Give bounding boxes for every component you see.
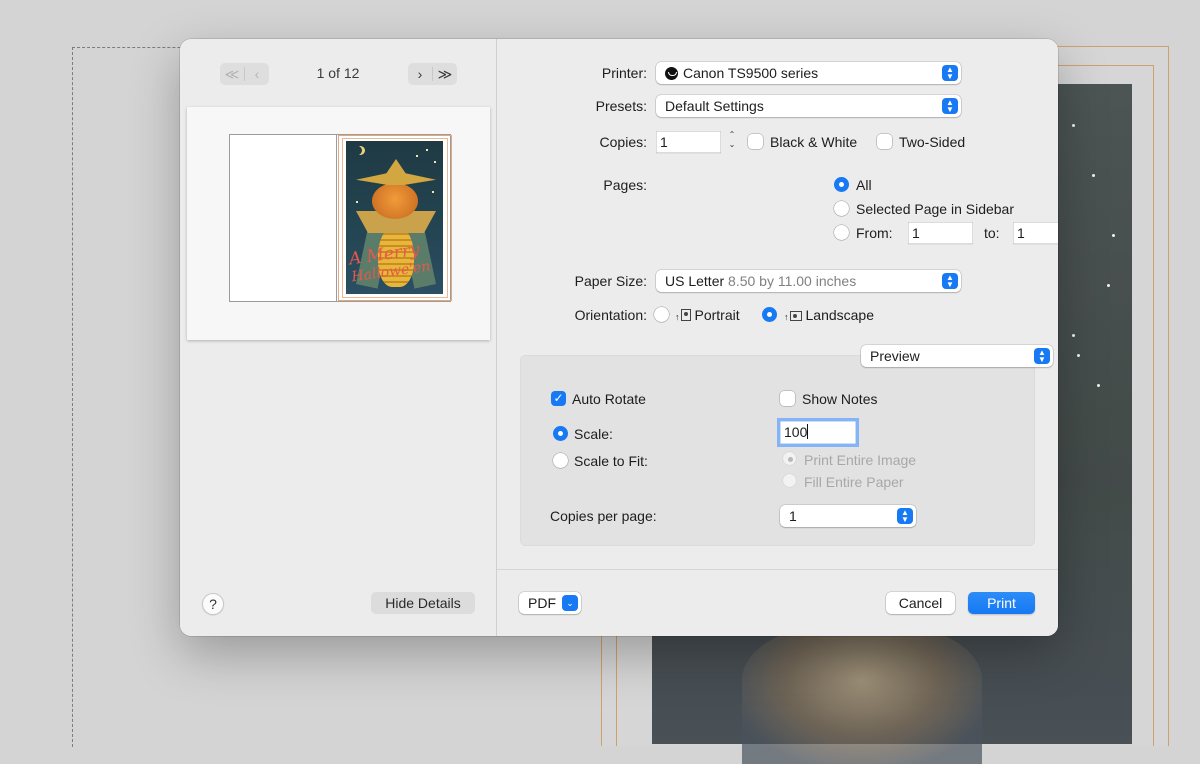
paper-size-value: US Letter — [665, 273, 725, 289]
section-popup-value: Preview — [870, 348, 920, 364]
show-notes-label: Show Notes — [802, 391, 878, 407]
orientation-label: Orientation: — [574, 307, 647, 323]
help-button[interactable]: ? — [202, 593, 224, 615]
pages-selected-radio[interactable] — [834, 201, 849, 216]
pages-range-radio[interactable] — [834, 225, 849, 240]
scale-field[interactable]: 100 — [780, 421, 856, 444]
print-settings-pane: Printer: Canon TS9500 series ▲ ▼ Presets:… — [497, 39, 1058, 636]
previous-page-button[interactable]: ‹ — [245, 63, 269, 85]
hide-details-button[interactable]: Hide Details — [371, 592, 475, 614]
pdf-menu-button[interactable]: PDF ⌄ — [519, 592, 581, 614]
footer-divider — [497, 569, 1058, 570]
pages-label: Pages: — [603, 177, 647, 193]
auto-rotate-checkbox[interactable]: ✓ — [551, 391, 566, 406]
printer-value: Canon TS9500 series — [683, 65, 819, 81]
two-sided-label: Two-Sided — [899, 134, 966, 150]
pages-all-label: All — [856, 177, 872, 193]
printer-label: Printer: — [601, 65, 647, 81]
landscape-icon — [789, 311, 802, 321]
cancel-button[interactable]: Cancel — [886, 592, 955, 614]
scale-to-fit-radio[interactable] — [553, 453, 568, 468]
show-notes-checkbox[interactable] — [780, 391, 795, 406]
pages-selected-label: Selected Page in Sidebar — [856, 201, 1014, 217]
landscape-option: ↑ Landscape — [784, 307, 875, 323]
paper-size-label: Paper Size: — [574, 273, 647, 289]
fill-entire-paper-radio[interactable] — [783, 474, 796, 487]
black-white-checkbox[interactable] — [748, 134, 763, 149]
chevron-updown-icon: ▲ ▼ — [942, 65, 958, 81]
copies-per-page-label: Copies per page: — [550, 508, 657, 524]
scale-label: Scale: — [574, 426, 613, 442]
chevron-updown-icon: ▲ ▼ — [1034, 348, 1050, 364]
print-entire-image-radio[interactable] — [783, 452, 796, 465]
scale-radio[interactable] — [553, 426, 568, 441]
portrait-icon — [680, 309, 691, 321]
halloween-card-image: A Merry Hallowe'en — [346, 141, 443, 294]
next-page-button[interactable]: › — [408, 63, 432, 85]
landscape-radio[interactable] — [762, 307, 777, 322]
copies-field[interactable]: 1 — [656, 131, 721, 153]
first-page-button[interactable]: ≪ — [220, 63, 244, 85]
pages-to-label: to: — [984, 225, 1000, 241]
print-entire-image-label: Print Entire Image — [804, 452, 917, 468]
paper-size-popup[interactable]: US Letter 8.50 by 11.00 inches ▲ ▼ — [656, 270, 961, 292]
presets-label: Presets: — [595, 98, 647, 114]
print-button[interactable]: Print — [968, 592, 1035, 614]
presets-popup[interactable]: Default Settings ▲ ▼ — [656, 95, 961, 117]
page-indicator: 1 of 12 — [316, 65, 360, 81]
portrait-radio[interactable] — [654, 307, 669, 322]
pages-to-field[interactable]: 1 — [1013, 222, 1058, 244]
chevron-updown-icon: ▲ ▼ — [942, 273, 958, 289]
page-preview: A Merry Hallowe'en — [187, 107, 490, 340]
preview-sidebar: ≪ ‹ 1 of 12 › ≫ A Merry Hallowe'en ? Hid… — [180, 39, 497, 636]
copies-stepper[interactable]: ⌃ ⌄ — [725, 130, 739, 154]
section-popup[interactable]: Preview ▲ ▼ — [861, 345, 1053, 367]
black-white-label: Black & White — [770, 134, 858, 150]
scale-to-fit-label: Scale to Fit: — [574, 453, 648, 469]
last-page-button[interactable]: ≫ — [433, 63, 457, 85]
preview-sheet: A Merry Hallowe'en — [229, 134, 452, 302]
pages-all-radio[interactable] — [834, 177, 849, 192]
copies-label: Copies: — [599, 134, 647, 150]
chevron-down-icon: ⌄ — [562, 595, 578, 611]
portrait-option: ↑ Portrait — [675, 307, 740, 323]
printer-popup[interactable]: Canon TS9500 series ▲ ▼ — [656, 62, 961, 84]
pages-from-label: From: — [856, 225, 893, 241]
pages-from-field[interactable]: 1 — [908, 222, 973, 244]
printer-icon — [665, 67, 678, 80]
copies-per-page-popup[interactable]: 1 ▲ ▼ — [780, 505, 916, 527]
nav-forward-group: › ≫ — [408, 63, 457, 85]
print-dialog: ≪ ‹ 1 of 12 › ≫ A Merry Hallowe'en ? Hid… — [180, 39, 1058, 636]
two-sided-checkbox[interactable] — [877, 134, 892, 149]
auto-rotate-label: Auto Rotate — [572, 391, 646, 407]
fill-entire-paper-label: Fill Entire Paper — [804, 474, 904, 490]
paper-size-detail: 8.50 by 11.00 inches — [728, 273, 857, 289]
presets-value: Default Settings — [665, 98, 764, 114]
nav-back-group: ≪ ‹ — [220, 63, 269, 85]
chevron-updown-icon: ▲ ▼ — [897, 508, 913, 524]
chevron-updown-icon: ▲ ▼ — [942, 98, 958, 114]
copies-per-page-value: 1 — [789, 508, 797, 524]
